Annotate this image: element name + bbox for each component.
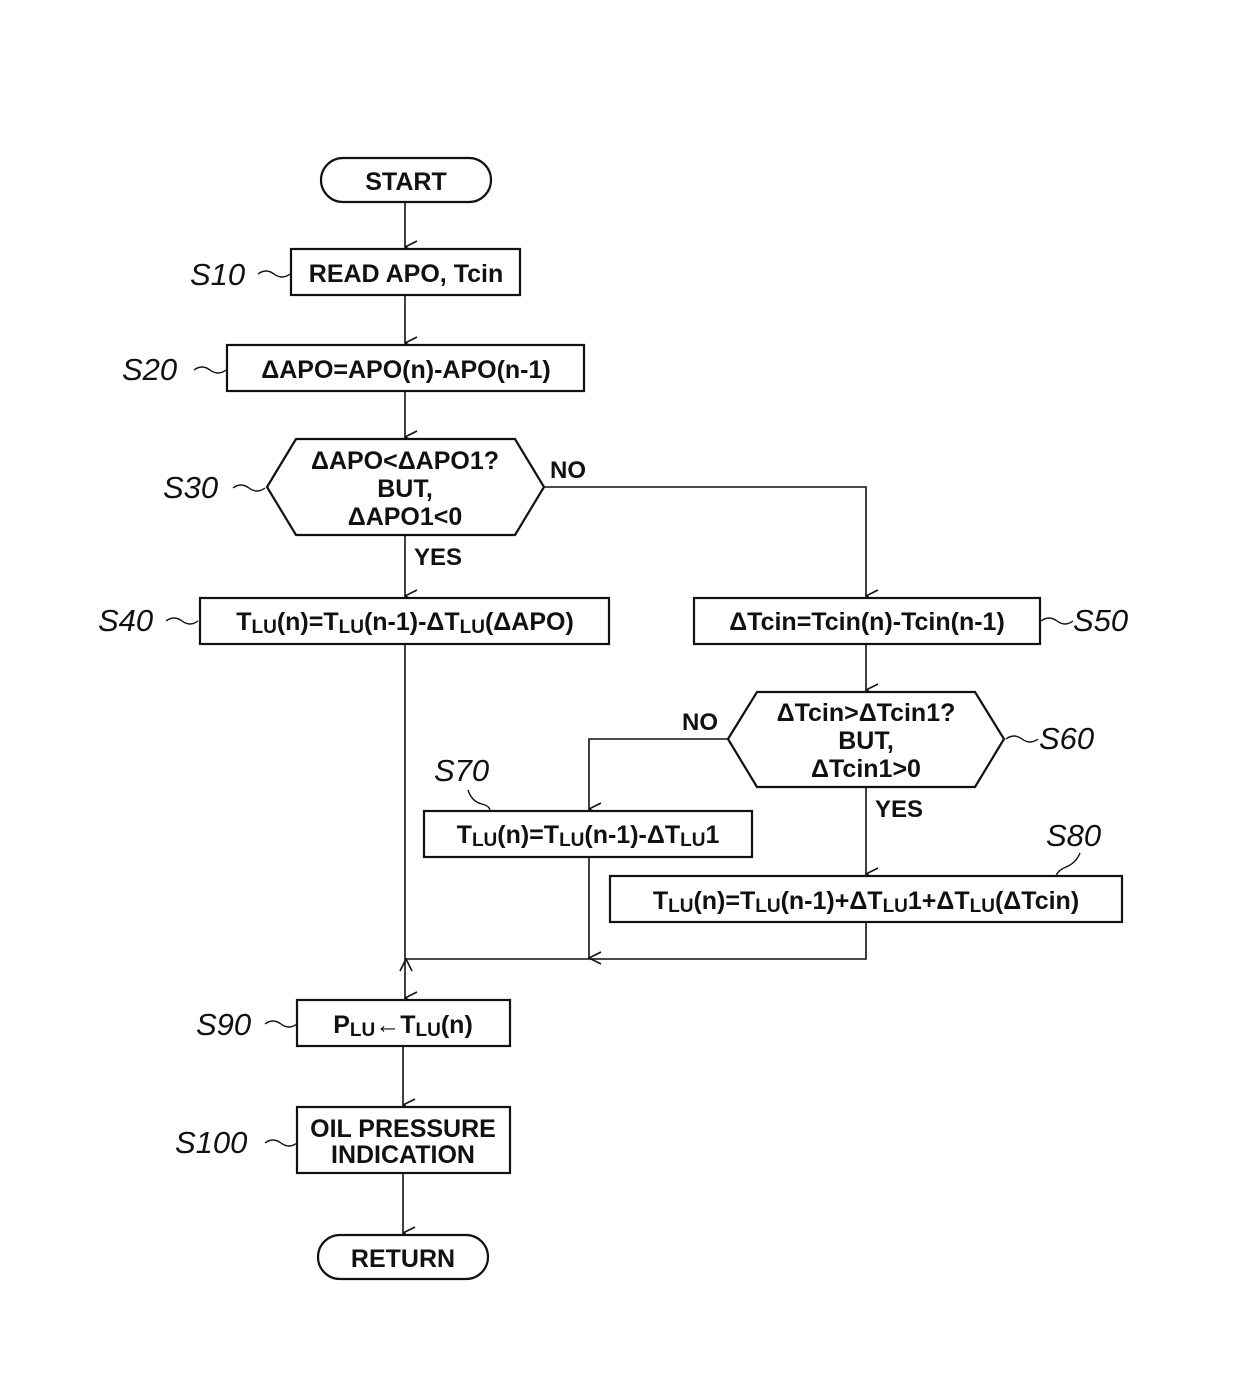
s80-leader (1055, 852, 1081, 877)
decision-s30: ΔAPO<ΔAPO1? BUT, ΔAPO1<0 S30 NO YES (163, 437, 586, 571)
s30-leader (232, 484, 266, 492)
s60-condition-2: BUT, (838, 727, 894, 755)
start-label: START (365, 168, 446, 196)
s50-leader (1040, 617, 1074, 625)
arrow-merge-to-main (406, 922, 867, 959)
s60-condition-1: ΔTcin>ΔTcin1? (777, 699, 956, 727)
s60-condition-3: ΔTcin1>0 (811, 755, 921, 783)
s30-condition-3: ΔAPO1<0 (348, 503, 463, 531)
step-s20: ΔAPO=APO(n)-APO(n-1) S20 (122, 343, 586, 393)
s40-leader (165, 617, 199, 625)
s70-leader (467, 789, 491, 812)
s40-step-label: S40 (98, 603, 153, 638)
return-terminal: RETURN (316, 1233, 490, 1281)
step-s90: PLU←TLU(n) S90 (196, 998, 512, 1048)
s90-leader (264, 1020, 298, 1028)
step-s40: TLU(n)=TLU(n-1)-ΔTLU(ΔAPO) S40 (98, 596, 611, 646)
s20-leader (193, 366, 227, 374)
flowchart-canvas: START READ APO, Tcin S10 ΔAPO=APO(n)-APO… (98, 156, 1128, 1281)
step-s10: READ APO, Tcin S10 (190, 247, 522, 297)
s80-step-label: S80 (1046, 818, 1101, 853)
s80-text: TLU(n)=TLU(n-1)+ΔTLU1+ΔTLU(ΔTcin) (653, 887, 1079, 917)
s60-leader (1005, 735, 1039, 743)
s20-text: ΔAPO=APO(n)-APO(n-1) (261, 356, 551, 384)
s50-text: ΔTcin=Tcin(n)-Tcin(n-1) (729, 608, 1005, 636)
s10-text: READ APO, Tcin (309, 260, 503, 288)
s30-condition-1: ΔAPO<ΔAPO1? (311, 447, 499, 475)
s40-text: TLU(n)=TLU(n-1)-ΔTLU(ΔAPO) (236, 608, 574, 638)
s20-step-label: S20 (122, 352, 177, 387)
arrow-s60-no-s70 (589, 738, 728, 809)
s60-no-label: NO (682, 709, 718, 736)
s90-step-label: S90 (196, 1007, 251, 1042)
s100-leader (264, 1139, 298, 1147)
arrow-s30-no-s50 (544, 486, 866, 596)
s70-step-label: S70 (434, 753, 489, 788)
s30-no-label: NO (550, 457, 586, 484)
s30-yes-label: YES (414, 544, 462, 571)
s100-text-line1: OIL PRESSURE (310, 1115, 496, 1143)
start-terminal: START (319, 156, 493, 204)
s60-yes-label: YES (875, 796, 923, 823)
s10-leader (257, 270, 291, 278)
step-s70: TLU(n)=TLU(n-1)-ΔTLU1 S70 (422, 753, 754, 859)
s30-condition-2: BUT, (377, 475, 433, 503)
s30-step-label: S30 (163, 470, 218, 505)
s100-step-label: S100 (175, 1125, 247, 1160)
step-s50: ΔTcin=Tcin(n)-Tcin(n-1) S50 (692, 596, 1128, 646)
decision-s60: ΔTcin>ΔTcin1? BUT, ΔTcin1>0 S60 NO YES (682, 690, 1094, 823)
step-s100: OIL PRESSURE INDICATION S100 (175, 1105, 512, 1175)
s100-text-line2: INDICATION (331, 1141, 475, 1169)
s60-step-label: S60 (1039, 721, 1094, 756)
return-label: RETURN (351, 1245, 455, 1273)
s10-step-label: S10 (190, 257, 245, 292)
s50-step-label: S50 (1073, 603, 1128, 638)
